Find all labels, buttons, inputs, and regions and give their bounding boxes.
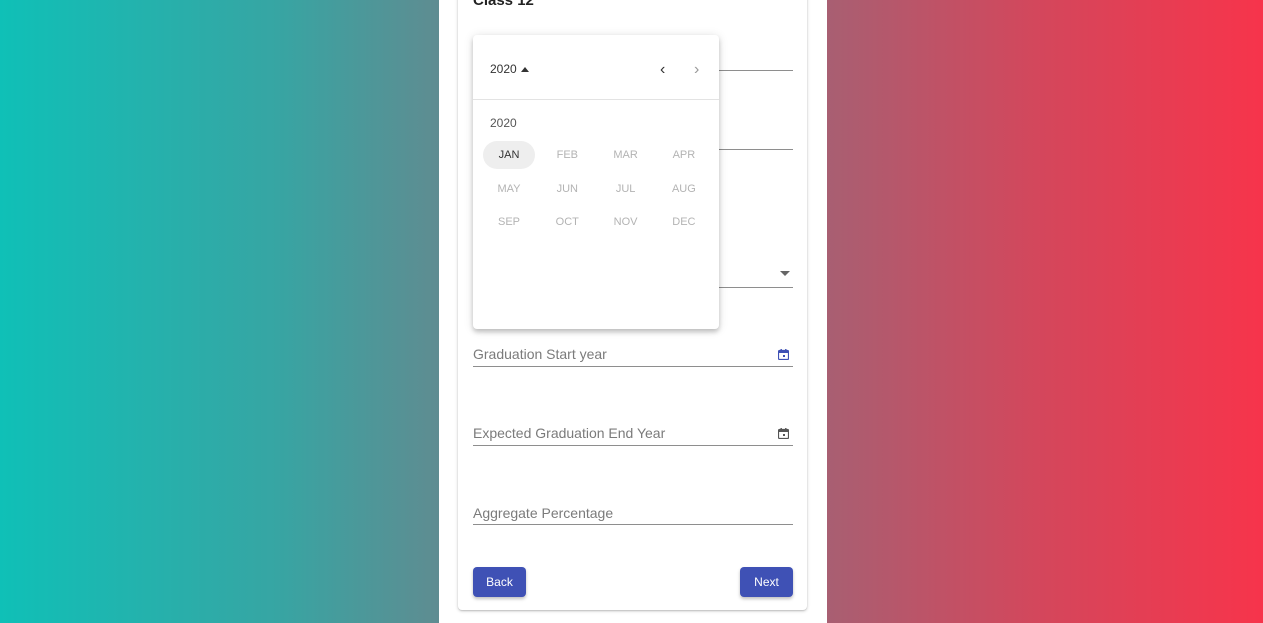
month-cell-nov[interactable]: NOV (600, 208, 652, 236)
month-cell-apr[interactable]: APR (658, 141, 710, 169)
month-cell-dec[interactable]: DEC (658, 208, 710, 236)
month-cell-jan[interactable]: JAN (483, 141, 535, 169)
month-cell-may[interactable]: MAY (483, 175, 535, 203)
graduation-start-underline (473, 366, 793, 367)
field-underline (719, 149, 793, 150)
year-caption: 2020 (490, 116, 517, 130)
field-underline (719, 70, 793, 71)
calendar-icon[interactable] (778, 349, 789, 360)
month-cell-oct[interactable]: OCT (541, 208, 593, 236)
dropdown-arrow-icon[interactable] (780, 271, 790, 276)
month-cell-jun[interactable]: JUN (541, 175, 593, 203)
month-picker-popover: 2020 ‹ › 2020 JAN FEB MAR APR MAY JUN JUL AUG SE… (473, 35, 719, 329)
year-switch-label: 2020 (490, 62, 517, 76)
month-cell-feb[interactable]: FEB (541, 141, 593, 169)
month-cell-jul[interactable]: JUL (600, 175, 652, 203)
aggregate-percentage-field[interactable]: Aggregate Percentage (473, 505, 613, 521)
graduation-start-field[interactable]: Graduation Start year (473, 346, 607, 362)
chevron-right-icon[interactable]: › (694, 62, 699, 78)
graduation-end-field[interactable]: Expected Graduation End Year (473, 425, 665, 441)
caret-up-icon (520, 66, 529, 72)
back-button[interactable]: Back (473, 567, 526, 597)
graduation-end-underline (473, 445, 793, 446)
month-cell-sep[interactable]: SEP (483, 208, 535, 236)
picker-header: 2020 ‹ › (473, 35, 719, 100)
calendar-icon[interactable] (778, 428, 789, 439)
chevron-left-icon[interactable]: ‹ (660, 62, 665, 78)
month-cell-mar[interactable]: MAR (600, 141, 652, 169)
month-cell-aug[interactable]: AUG (658, 175, 710, 203)
section-title: Class 12 (473, 0, 534, 9)
year-switch-button[interactable]: 2020 (490, 62, 529, 76)
next-button[interactable]: Next (740, 567, 793, 597)
aggregate-percentage-underline (473, 524, 793, 525)
